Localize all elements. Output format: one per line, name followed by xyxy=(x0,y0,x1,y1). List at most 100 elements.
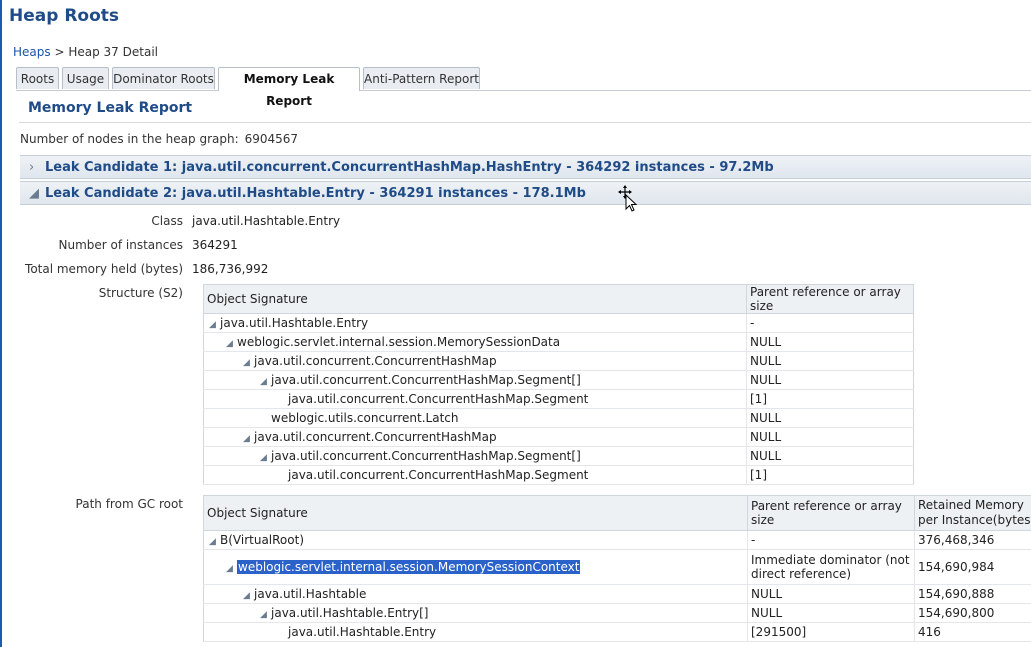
structure-header-signature[interactable]: Object Signature xyxy=(203,284,747,314)
expand-triangle-icon[interactable]: ◢ xyxy=(243,434,254,444)
breadcrumb-heaps-link[interactable]: Heaps xyxy=(13,45,51,59)
structure-signature-cell: ◢ java.util.Hashtable.Entry xyxy=(203,313,747,333)
structure-signature-cell: weblogic.utils.concurrent.Latch xyxy=(203,408,747,428)
expand-triangle-icon[interactable]: ◢ xyxy=(243,591,254,601)
retained-memory-cell: 416 xyxy=(914,622,1031,642)
expand-triangle-icon[interactable]: ◢ xyxy=(209,320,220,330)
retained-memory-cell: 154,690,984 xyxy=(914,549,1031,585)
leak-candidate-2-label: Leak Candidate 2: java.util.Hashtable.En… xyxy=(45,186,586,201)
object-signature: B(VirtualRoot) xyxy=(220,533,304,547)
object-signature: java.util.Hashtable xyxy=(254,587,367,601)
section-title: Memory Leak Report xyxy=(28,100,193,116)
object-signature: java.util.concurrent.ConcurrentHashMap xyxy=(254,430,497,444)
structure-row[interactable]: ◢ java.util.concurrent.ConcurrentHashMap N… xyxy=(203,427,914,447)
structure-row[interactable]: ◢ java.util.concurrent.ConcurrentHashMap N… xyxy=(203,351,914,371)
path-header-parent-ref[interactable]: Parent reference or array size xyxy=(747,495,915,531)
parent-reference-cell: NULL xyxy=(746,446,914,466)
parent-reference-cell: [291500] xyxy=(747,622,915,642)
object-signature: java.util.concurrent.ConcurrentHashMap.S… xyxy=(288,468,589,482)
leak-candidate-1-label: Leak Candidate 1: java.util.concurrent.C… xyxy=(45,160,774,175)
structure-row[interactable]: java.util.concurrent.ConcurrentHashMap.S… xyxy=(203,465,914,485)
breadcrumb-current: Heap 37 Detail xyxy=(68,45,158,59)
class-value: java.util.Hashtable.Entry xyxy=(192,214,341,228)
path-header-retained-memory[interactable]: Retained Memory per Instance(bytes) xyxy=(914,495,1031,531)
path-row[interactable]: ◢ java.util.Hashtable.Entry[] NULL 154,690,… xyxy=(203,603,1031,623)
structure-signature-cell: ◢ java.util.concurrent.ConcurrentHashMap.… xyxy=(203,446,747,466)
structure-signature-cell: java.util.concurrent.ConcurrentHashMap.S… xyxy=(203,389,747,409)
path-row[interactable]: ◢ weblogic.servlet.internal.session.Memor… xyxy=(203,549,1031,585)
structure-row[interactable]: ◢ java.util.Hashtable.Entry - xyxy=(203,313,914,333)
tab-usage[interactable]: Usage xyxy=(62,67,109,89)
instances-value: 364291 xyxy=(192,238,238,252)
expand-triangle-icon[interactable]: ◢ xyxy=(260,453,271,463)
tab-bar: Roots Usage Dominator Roots Memory Leak … xyxy=(16,67,1031,108)
path-table: Object Signature Parent reference or arr… xyxy=(203,495,1031,642)
object-signature: java.util.concurrent.ConcurrentHashMap.S… xyxy=(271,449,581,463)
tab-dominator-roots[interactable]: Dominator Roots xyxy=(112,67,215,89)
structure-label: Structure (S2) xyxy=(98,286,183,300)
structure-row[interactable]: weblogic.utils.concurrent.Latch NULL xyxy=(203,408,914,428)
object-signature: weblogic.servlet.internal.session.Memory… xyxy=(237,335,561,349)
parent-reference-cell: NULL xyxy=(746,332,914,352)
tab-memory-leak-report[interactable]: Memory Leak Report xyxy=(218,67,360,108)
expand-triangle-icon[interactable]: ◢ xyxy=(260,377,271,387)
structure-signature-cell: ◢ weblogic.servlet.internal.session.Memor… xyxy=(203,332,747,352)
path-row[interactable]: ◢ java.util.Hashtable NULL 154,690,888 xyxy=(203,584,1031,604)
expand-triangle-icon[interactable]: ◢ xyxy=(243,358,254,368)
leak-candidate-1-header[interactable]: › Leak Candidate 1: java.util.concurrent.… xyxy=(20,155,1031,179)
path-signature-cell: ◢ weblogic.servlet.internal.session.Memor… xyxy=(203,549,748,585)
structure-row[interactable]: ◢ weblogic.servlet.internal.session.Memor… xyxy=(203,332,914,352)
parent-reference-cell: - xyxy=(747,530,915,550)
parent-reference-cell: Immediate dominator (not direct referenc… xyxy=(747,549,915,585)
structure-signature-cell: ◢ java.util.concurrent.ConcurrentHashMap xyxy=(203,427,747,447)
expand-triangle-icon[interactable]: ◢ xyxy=(226,564,237,574)
structure-header-parent-ref[interactable]: Parent reference or array size xyxy=(746,284,914,314)
path-signature-cell: ◢ java.util.Hashtable.Entry[] xyxy=(203,603,748,623)
object-signature-selected: weblogic.servlet.internal.session.Memory… xyxy=(237,560,581,574)
path-signature-cell: ◢ java.util.Hashtable xyxy=(203,584,748,604)
path-header-signature[interactable]: Object Signature xyxy=(203,495,748,531)
path-row[interactable]: ◢ B(VirtualRoot) -376,468,346 xyxy=(203,530,1031,550)
structure-row[interactable]: java.util.concurrent.ConcurrentHashMap.S… xyxy=(203,389,914,409)
instances-label: Number of instances xyxy=(58,238,184,252)
expand-triangle-icon[interactable]: ◢ xyxy=(209,537,220,547)
structure-signature-cell: ◢ java.util.concurrent.ConcurrentHashMap.… xyxy=(203,370,747,390)
structure-signature-cell: java.util.concurrent.ConcurrentHashMap.S… xyxy=(203,465,747,485)
object-signature: java.util.concurrent.ConcurrentHashMap.S… xyxy=(288,392,589,406)
parent-reference-cell: NULL xyxy=(747,584,915,604)
parent-reference-cell: NULL xyxy=(747,603,915,623)
object-signature: weblogic.utils.concurrent.Latch xyxy=(271,411,459,425)
structure-signature-cell: ◢ java.util.concurrent.ConcurrentHashMap xyxy=(203,351,747,371)
memory-label: Total memory held (bytes) xyxy=(25,262,183,276)
tab-roots[interactable]: Roots xyxy=(16,67,59,89)
section-divider xyxy=(19,122,1031,123)
parent-reference-cell: - xyxy=(746,313,914,333)
parent-reference-cell: NULL xyxy=(746,370,914,390)
object-signature: java.util.concurrent.ConcurrentHashMap xyxy=(254,354,497,368)
node-count-label: Number of nodes in the heap graph: xyxy=(20,132,239,146)
path-signature-cell: ◢ B(VirtualRoot) xyxy=(203,530,748,550)
leak-candidate-2-header[interactable]: ◢ Leak Candidate 2: java.util.Hashtable.E… xyxy=(20,181,1031,205)
parent-reference-cell: NULL xyxy=(746,408,914,428)
retained-memory-cell: 376,468,346 xyxy=(914,530,1031,550)
path-row[interactable]: java.util.Hashtable.Entry [291500] 416 xyxy=(203,622,1031,642)
tab-anti-pattern-report[interactable]: Anti-Pattern Report xyxy=(363,67,480,89)
object-signature: java.util.concurrent.ConcurrentHashMap.S… xyxy=(271,373,581,387)
expand-triangle-icon[interactable]: ◢ xyxy=(226,339,237,349)
chevron-expanded-icon: ◢ xyxy=(29,186,39,201)
parent-reference-cell: NULL xyxy=(746,351,914,371)
page-title: Heap Roots xyxy=(9,6,120,26)
structure-row[interactable]: ◢ java.util.concurrent.ConcurrentHashMap.… xyxy=(203,446,914,466)
parent-reference-cell: NULL xyxy=(746,427,914,447)
parent-reference-cell: [1] xyxy=(746,465,914,485)
object-signature: java.util.Hashtable.Entry xyxy=(220,316,369,330)
chevron-right-icon: › xyxy=(29,160,35,175)
node-count-value: 6904567 xyxy=(244,132,299,146)
node-count: Number of nodes in the heap graph: 690456… xyxy=(20,132,298,146)
expand-triangle-icon[interactable]: ◢ xyxy=(260,610,271,620)
structure-row[interactable]: ◢ java.util.concurrent.ConcurrentHashMap.… xyxy=(203,370,914,390)
retained-memory-cell: 154,690,888 xyxy=(914,584,1031,604)
structure-table: Object Signature Parent reference or arr… xyxy=(203,284,914,485)
move-cursor-icon xyxy=(618,185,638,212)
memory-value: 186,736,992 xyxy=(192,262,269,276)
